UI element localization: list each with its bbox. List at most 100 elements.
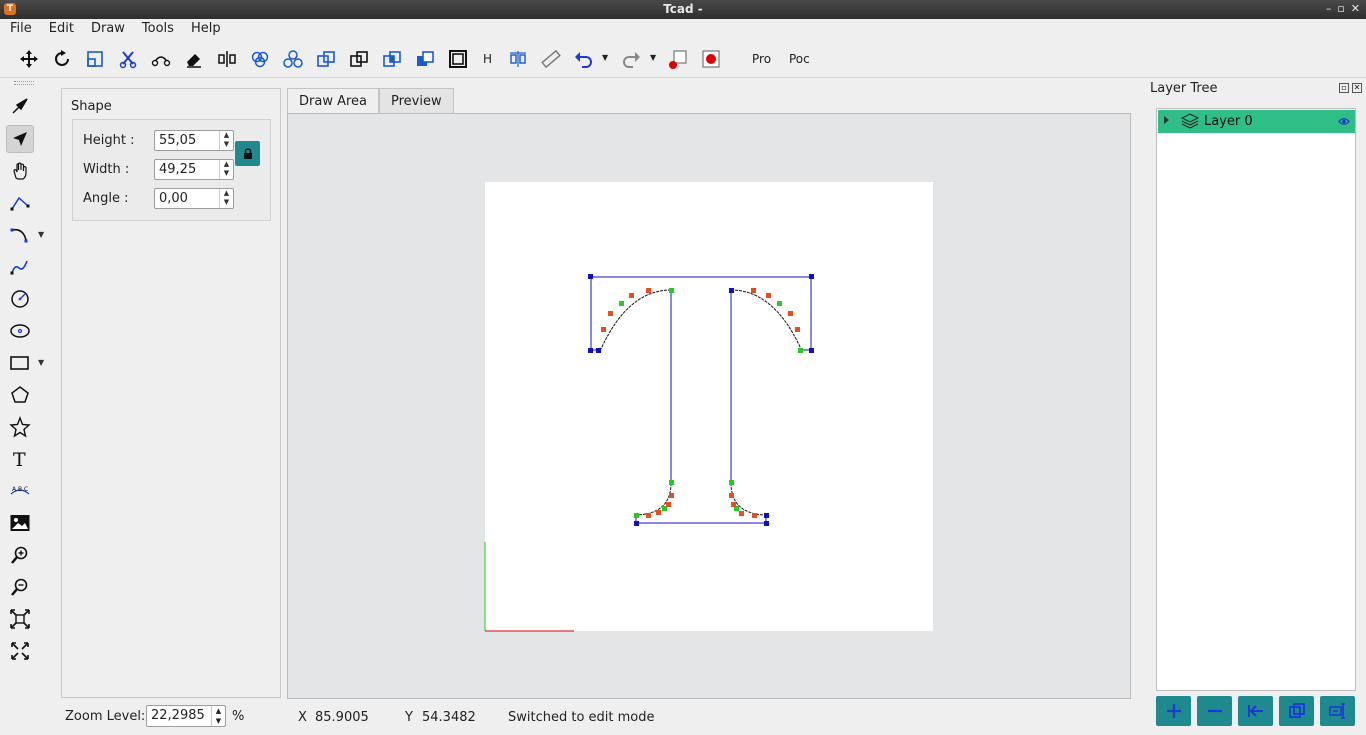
undo-icon[interactable]: [572, 48, 596, 70]
ellipse-tool-icon[interactable]: [6, 317, 34, 345]
circle-tool-icon[interactable]: [6, 285, 34, 313]
eraser-icon[interactable]: [182, 48, 206, 70]
zoom-page-icon[interactable]: [6, 637, 34, 665]
layer-actions: [1156, 696, 1355, 726]
y-coord-label: Y: [405, 710, 413, 725]
lock-icon: [243, 147, 252, 159]
hand-pan-icon[interactable]: [6, 157, 34, 185]
combine-icon[interactable]: [314, 48, 338, 70]
height-stepper-icon[interactable]: ▲ ▼: [219, 131, 233, 150]
angle-label: Angle :: [83, 191, 129, 206]
drawing-canvas[interactable]: [288, 114, 1130, 698]
maximize-icon[interactable]: ▫: [1337, 2, 1344, 15]
move-icon[interactable]: [17, 48, 41, 70]
remove-layer-button[interactable]: [1197, 696, 1232, 726]
status-bar: Zoom Level: 22,2985 ▲ ▼ % X 85.9005 Y 54.…: [0, 703, 1146, 735]
width-stepper-icon[interactable]: ▲ ▼: [219, 160, 233, 179]
svg-text:A B C: A B C: [12, 486, 28, 493]
layer-name[interactable]: Layer 0: [1204, 114, 1253, 129]
width-row: Width : 49,25 ▲ ▼: [83, 159, 243, 181]
toolbar-h-button[interactable]: H: [483, 52, 492, 66]
menu-tools[interactable]: Tools: [142, 19, 183, 40]
zoom-value[interactable]: 22,2985: [151, 708, 205, 723]
difference-icon[interactable]: [347, 48, 371, 70]
zoom-out-icon[interactable]: [6, 573, 34, 601]
view-tabs: Draw Area Preview: [287, 88, 454, 114]
page-sheet: [485, 182, 933, 631]
toolbox-grip[interactable]: [14, 81, 34, 85]
redo-icon[interactable]: [619, 48, 643, 70]
intersect-icon[interactable]: [281, 48, 305, 70]
toolbar-poc-button[interactable]: Poc: [789, 52, 810, 66]
text-tool-icon[interactable]: T: [6, 445, 34, 473]
frame-icon[interactable]: [446, 48, 470, 70]
align-icon[interactable]: [506, 48, 530, 70]
draw-area[interactable]: [287, 113, 1131, 699]
close-dock-icon[interactable]: ✕: [1352, 83, 1362, 93]
bezier-dropdown-icon[interactable]: ▼: [38, 230, 44, 239]
menu-file[interactable]: File: [10, 19, 41, 40]
layer-properties-button[interactable]: [1320, 696, 1355, 726]
polygon-tool-icon[interactable]: [6, 381, 34, 409]
stroke-color-icon[interactable]: [666, 48, 690, 70]
zoom-stepper-icon[interactable]: ▲ ▼: [211, 706, 225, 726]
zoom-unit: %: [232, 709, 245, 724]
edit-pointer-icon[interactable]: [6, 125, 34, 153]
text-on-path-tool-icon[interactable]: A B C: [6, 477, 34, 505]
menu-draw[interactable]: Draw: [91, 19, 134, 40]
tab-preview[interactable]: Preview: [379, 88, 454, 114]
toolbar-pro-button[interactable]: Pro: [752, 52, 771, 66]
height-value[interactable]: 55,05: [159, 133, 196, 148]
eye-visibility-icon[interactable]: [1338, 117, 1350, 126]
zoom-fit-icon[interactable]: [6, 605, 34, 633]
rectangle-tool-icon[interactable]: [6, 349, 34, 377]
exclusion-icon[interactable]: [380, 48, 404, 70]
merge-layer-button[interactable]: [1238, 696, 1273, 726]
menu-edit[interactable]: Edit: [49, 19, 83, 40]
duplicate-icon: [1288, 703, 1305, 718]
add-layer-button[interactable]: [1156, 696, 1191, 726]
ruler-icon[interactable]: [539, 48, 563, 70]
pen-select-icon[interactable]: [6, 92, 34, 120]
zoom-spinbox[interactable]: 22,2985 ▲ ▼: [146, 705, 226, 727]
star-tool-icon[interactable]: [6, 413, 34, 441]
fill-color-icon[interactable]: [699, 48, 723, 70]
layer-row[interactable]: Layer 0: [1158, 110, 1355, 133]
cut-icon[interactable]: [116, 48, 140, 70]
angle-stepper-icon[interactable]: ▲ ▼: [219, 189, 233, 208]
bezier-tool-icon[interactable]: [6, 221, 34, 249]
aspect-lock-button[interactable]: [235, 141, 260, 166]
image-tool-icon[interactable]: [6, 509, 34, 537]
angle-value[interactable]: 0,00: [159, 191, 188, 206]
tab-draw-area[interactable]: Draw Area: [287, 88, 380, 114]
duplicate-layer-button[interactable]: [1279, 696, 1314, 726]
zoom-label: Zoom Level:: [65, 709, 146, 724]
shape-properties-box: Height : 55,05 ▲ ▼ Width : 49,25 ▲ ▼ Angle…: [72, 119, 271, 221]
expand-arrow-icon[interactable]: [1164, 116, 1169, 124]
menu-help[interactable]: Help: [191, 19, 230, 40]
rotate-icon[interactable]: [50, 48, 74, 70]
union-icon[interactable]: [248, 48, 272, 70]
scale-icon[interactable]: [83, 48, 107, 70]
width-value[interactable]: 49,25: [159, 162, 196, 177]
shape-panel-title: Shape: [71, 99, 112, 114]
height-spinbox[interactable]: 55,05 ▲ ▼: [154, 130, 234, 151]
left-toolbox: ▼ ▼ T A B C: [0, 78, 52, 735]
polyline-tool-icon[interactable]: [6, 189, 34, 217]
zoom-in-icon[interactable]: [6, 541, 34, 569]
rectangle-dropdown-icon[interactable]: ▼: [38, 358, 44, 367]
layer-settings-icon: [1328, 703, 1345, 719]
angle-spinbox[interactable]: 0,00 ▲ ▼: [154, 188, 234, 209]
width-spinbox[interactable]: 49,25 ▲ ▼: [154, 159, 234, 180]
close-icon[interactable]: ✕: [1351, 2, 1360, 15]
float-dock-icon[interactable]: ▫: [1339, 83, 1349, 93]
mirror-icon[interactable]: [215, 48, 239, 70]
layers-icon: [1181, 113, 1199, 129]
division-icon[interactable]: [413, 48, 437, 70]
undo-dropdown-icon[interactable]: ▼: [602, 53, 608, 62]
node-edit-icon[interactable]: [149, 48, 173, 70]
freehand-tool-icon[interactable]: [6, 253, 34, 281]
redo-dropdown-icon[interactable]: ▼: [650, 53, 656, 62]
title-bar: T Tcad - – ▫ ✕: [0, 0, 1366, 19]
minimize-icon[interactable]: –: [1326, 2, 1332, 15]
